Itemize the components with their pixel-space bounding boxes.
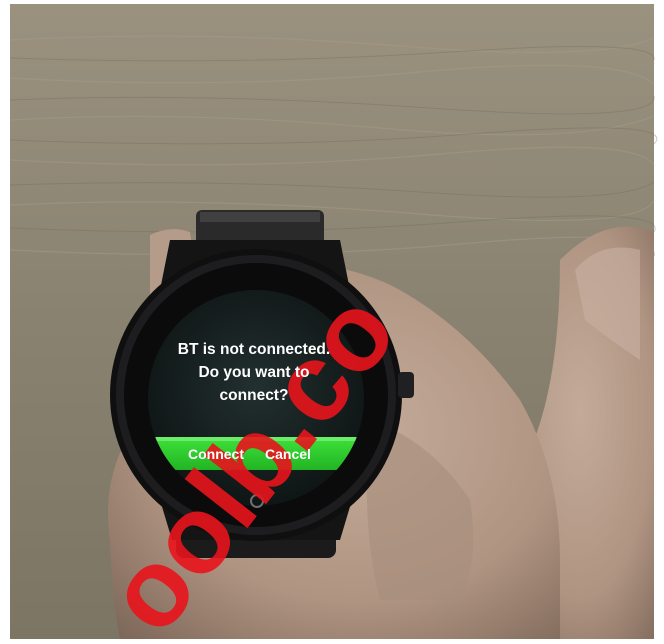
connect-button[interactable]: Connect [176, 442, 256, 466]
cancel-button[interactable]: Cancel [256, 442, 320, 466]
message-line-2: Do you want to [198, 364, 310, 381]
message-line-1: BT is not connected. [177, 341, 331, 358]
photo-svg: oolb.co [0, 0, 664, 644]
bt-message: BT is not connected. Do you want to conn… [148, 338, 360, 407]
watch-crown [398, 372, 414, 398]
message-line-3: connect? [219, 387, 289, 404]
photo-scene: oolb.co BT is not connected. Do you want… [0, 0, 664, 644]
